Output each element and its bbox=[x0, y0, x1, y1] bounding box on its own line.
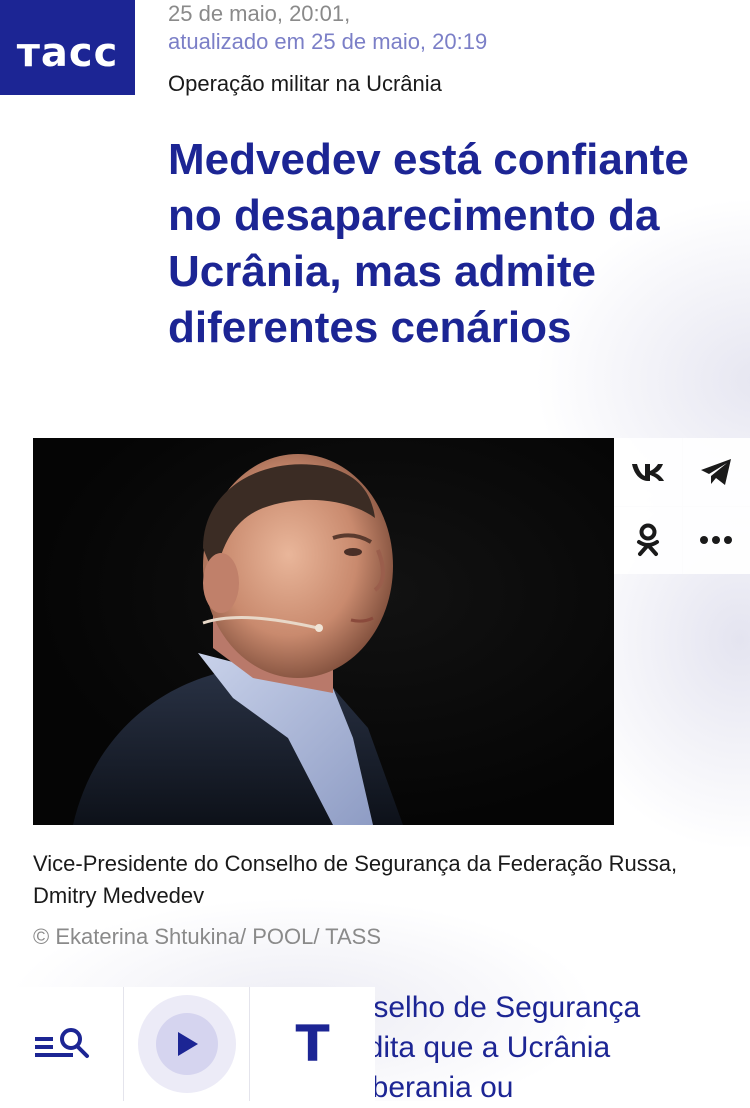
share-telegram-button[interactable] bbox=[682, 438, 750, 507]
vk-icon bbox=[632, 464, 664, 481]
share-vk-button[interactable] bbox=[614, 438, 683, 507]
audio-play-button[interactable] bbox=[124, 987, 250, 1101]
teaser-line: soberania ou bbox=[340, 1071, 514, 1104]
photo-credit: © Ekaterina Shtukina/ POOL/ TASS bbox=[33, 924, 382, 949]
article-photo bbox=[33, 438, 614, 825]
updated-date: atualizado em 25 de maio, 20:19 bbox=[168, 29, 488, 54]
share-more-button[interactable] bbox=[682, 506, 750, 574]
play-icon bbox=[177, 1032, 198, 1056]
share-odnoklassniki-button[interactable] bbox=[614, 506, 683, 574]
menu-search-button[interactable] bbox=[0, 987, 124, 1101]
share-panel bbox=[614, 438, 750, 574]
more-icon bbox=[700, 536, 732, 544]
play-button-inner bbox=[155, 1013, 218, 1075]
teaser-line: redita que a Ucrânia bbox=[340, 1031, 611, 1064]
article-headline: Medvedev está confiante no desaparecimen… bbox=[168, 135, 689, 352]
tass-t-icon: T bbox=[295, 1015, 330, 1073]
tass-logo[interactable]: тасс bbox=[0, 0, 135, 95]
teaser-line: onselho de Segurança bbox=[340, 991, 641, 1024]
photo-caption: Vice-Presidente do Conselho de Segurança… bbox=[33, 851, 678, 908]
rubric-link[interactable]: Operação militar na Ucrânia bbox=[168, 70, 442, 98]
published-date: 25 de maio, 20:01, bbox=[168, 1, 351, 26]
bottom-toolbar: T bbox=[0, 987, 375, 1101]
article-lead-teaser: onselho de Segurança redita que a Ucrâni… bbox=[340, 988, 740, 1108]
logo-text: тасс bbox=[16, 29, 119, 76]
medvedev-photo-illustration bbox=[73, 454, 403, 825]
play-button-outer bbox=[137, 995, 236, 1093]
telegram-icon bbox=[701, 459, 731, 485]
odnoklassniki-icon bbox=[637, 523, 659, 556]
tass-home-button[interactable]: T bbox=[250, 987, 375, 1101]
menu-search-icon bbox=[34, 1028, 89, 1058]
